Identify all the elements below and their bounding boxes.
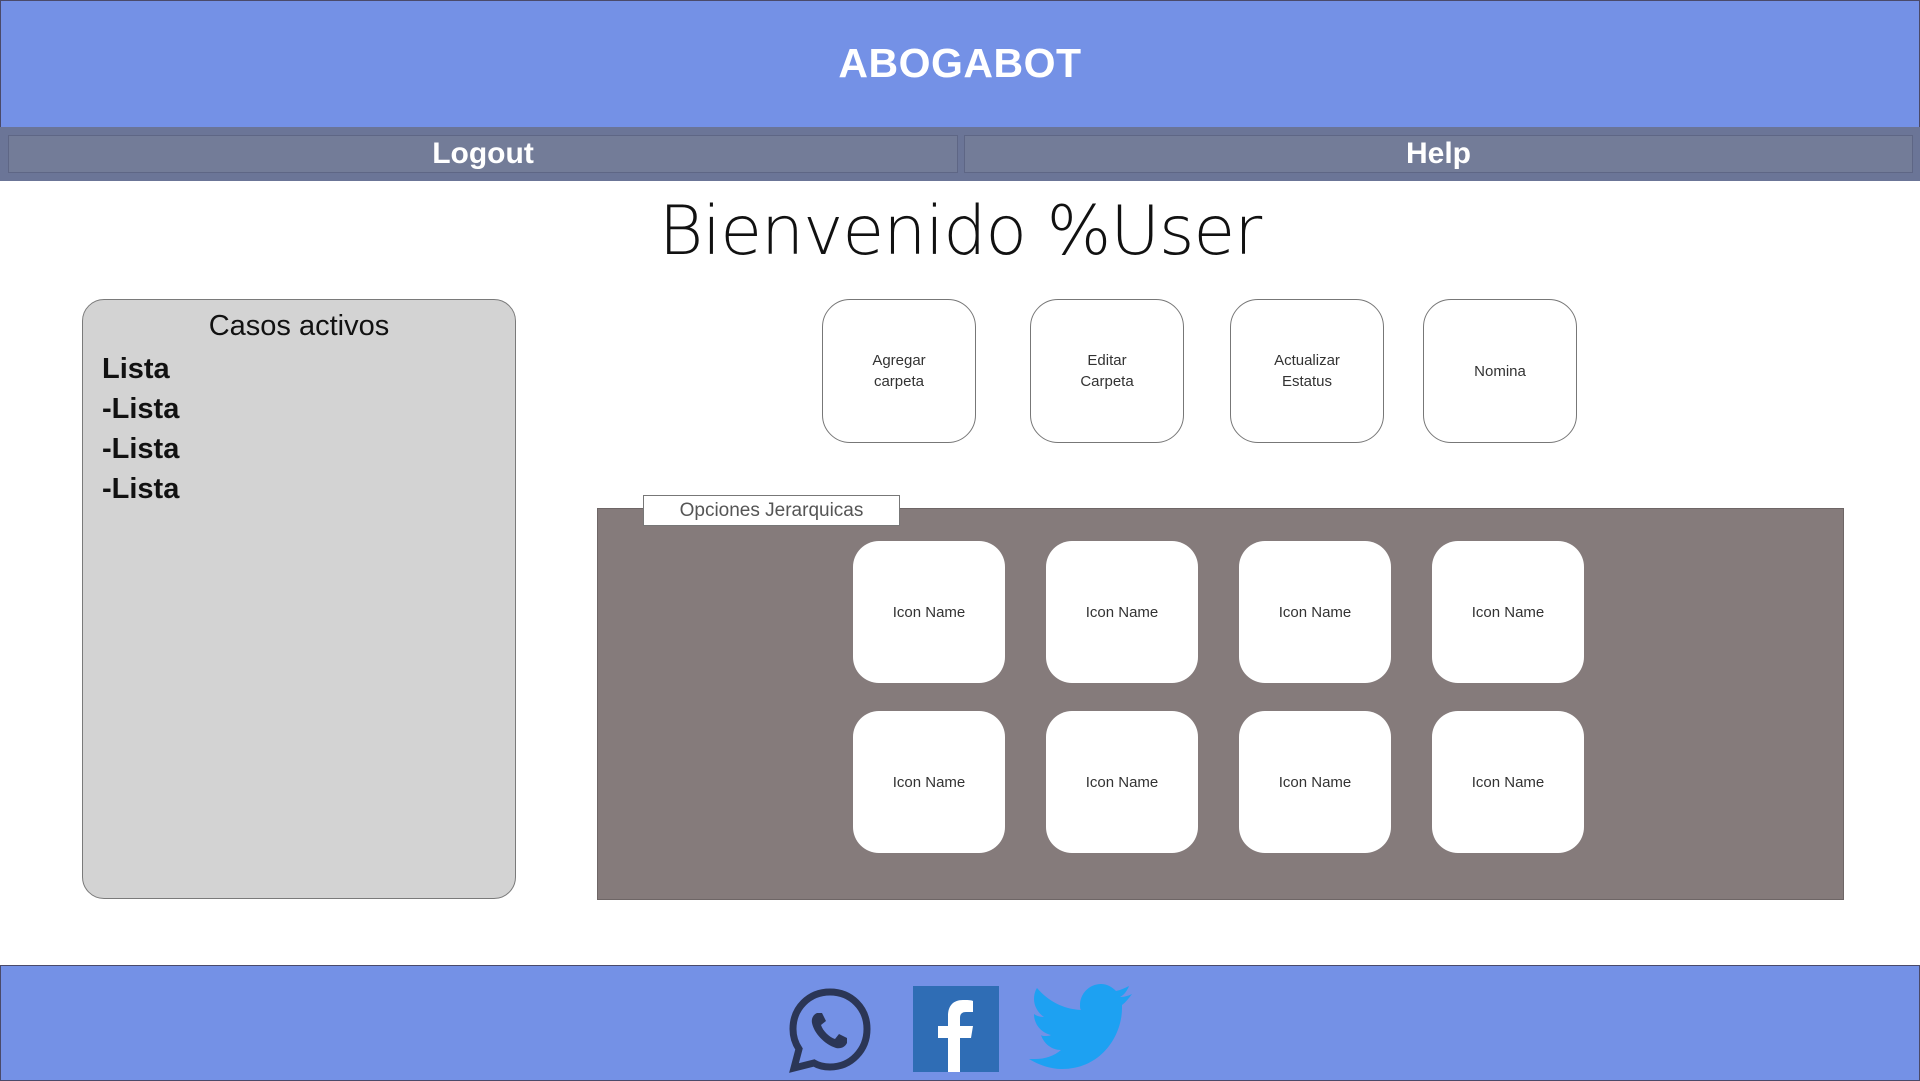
app-title: ABOGABOT bbox=[838, 39, 1082, 86]
add-folder-button[interactable]: Agregar carpeta bbox=[822, 299, 976, 443]
twitter-icon[interactable] bbox=[1028, 984, 1134, 1072]
case-list-item[interactable]: Lista bbox=[102, 349, 515, 389]
facebook-icon[interactable] bbox=[913, 986, 999, 1072]
logout-button[interactable]: Logout bbox=[8, 135, 958, 173]
edit-folder-button[interactable]: Editar Carpeta bbox=[1030, 299, 1184, 443]
update-status-button[interactable]: Actualizar Estatus bbox=[1230, 299, 1384, 443]
hierarchy-icon-tile[interactable]: Icon Name bbox=[1239, 711, 1391, 853]
active-cases-list: Lista -Lista -Lista -Lista bbox=[102, 349, 515, 509]
case-list-item[interactable]: -Lista bbox=[102, 429, 515, 469]
app-footer bbox=[0, 965, 1920, 1081]
case-list-item[interactable]: -Lista bbox=[102, 389, 515, 429]
hierarchy-icon-tile[interactable]: Icon Name bbox=[1432, 541, 1584, 683]
hierarchy-icon-tile[interactable]: Icon Name bbox=[1046, 711, 1198, 853]
app-header: ABOGABOT bbox=[0, 0, 1920, 128]
hierarchy-options-panel bbox=[597, 508, 1844, 900]
payroll-button[interactable]: Nomina bbox=[1423, 299, 1577, 443]
case-list-item[interactable]: -Lista bbox=[102, 469, 515, 509]
whatsapp-icon[interactable] bbox=[786, 986, 874, 1074]
active-cases-title: Casos activos bbox=[208, 310, 390, 342]
hierarchy-options-tab[interactable]: Opciones Jerarquicas bbox=[643, 495, 900, 526]
hierarchy-icon-tile[interactable]: Icon Name bbox=[1046, 541, 1198, 683]
active-cases-panel: Casos activos Lista -Lista -Lista -Lista bbox=[82, 299, 516, 899]
welcome-heading: Bienvenido %User bbox=[658, 192, 1262, 271]
hierarchy-icon-tile[interactable]: Icon Name bbox=[853, 711, 1005, 853]
hierarchy-icon-tile[interactable]: Icon Name bbox=[1239, 541, 1391, 683]
hierarchy-icon-tile[interactable]: Icon Name bbox=[853, 541, 1005, 683]
nav-bar: Logout Help bbox=[0, 127, 1920, 181]
hierarchy-icon-tile[interactable]: Icon Name bbox=[1432, 711, 1584, 853]
help-button[interactable]: Help bbox=[964, 135, 1913, 173]
